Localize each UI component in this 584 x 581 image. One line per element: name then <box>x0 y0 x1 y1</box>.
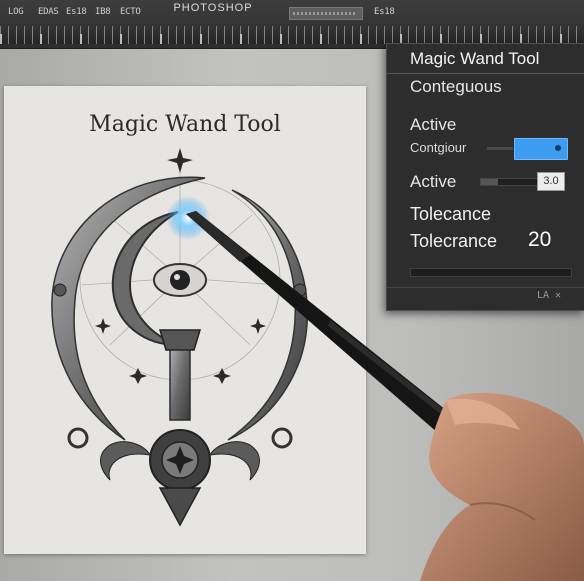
contiguous-label: Conteguous <box>410 77 502 96</box>
photoshop-workspace: LOG EDAS Es18 IB8 ECTO PHOTOSHOP Es18 Ma… <box>0 0 584 581</box>
magic-wand-panel: Magic Wand Tool Conteguous Active Contgi… <box>386 43 584 311</box>
panel-divider <box>387 73 584 74</box>
tolerance-heading: Tolecance <box>410 204 492 224</box>
toggle-knob <box>555 145 561 151</box>
slider-fill <box>481 179 499 185</box>
contiguous-track <box>487 147 513 150</box>
active-slider[interactable] <box>480 178 540 186</box>
tolerance-value[interactable]: 20 <box>528 228 551 252</box>
pillar <box>169 339 191 421</box>
panel-footer[interactable]: LA ✕ <box>537 290 561 301</box>
tolerance-slider[interactable] <box>410 268 572 277</box>
active-label: Active <box>410 115 457 134</box>
tolerance-label: Tolecrance <box>410 231 498 251</box>
eye-pupil <box>170 270 190 290</box>
active-value-field[interactable]: 3.0 <box>537 172 565 191</box>
contiguous-toggle[interactable] <box>514 138 568 160</box>
active-label-2: Active <box>410 172 457 191</box>
outer-arc-right <box>227 189 309 441</box>
panel-divider-bottom <box>387 287 584 288</box>
panel-title: Magic Wand Tool <box>410 49 540 68</box>
contiguous-option-label: Contgiour <box>410 140 467 155</box>
